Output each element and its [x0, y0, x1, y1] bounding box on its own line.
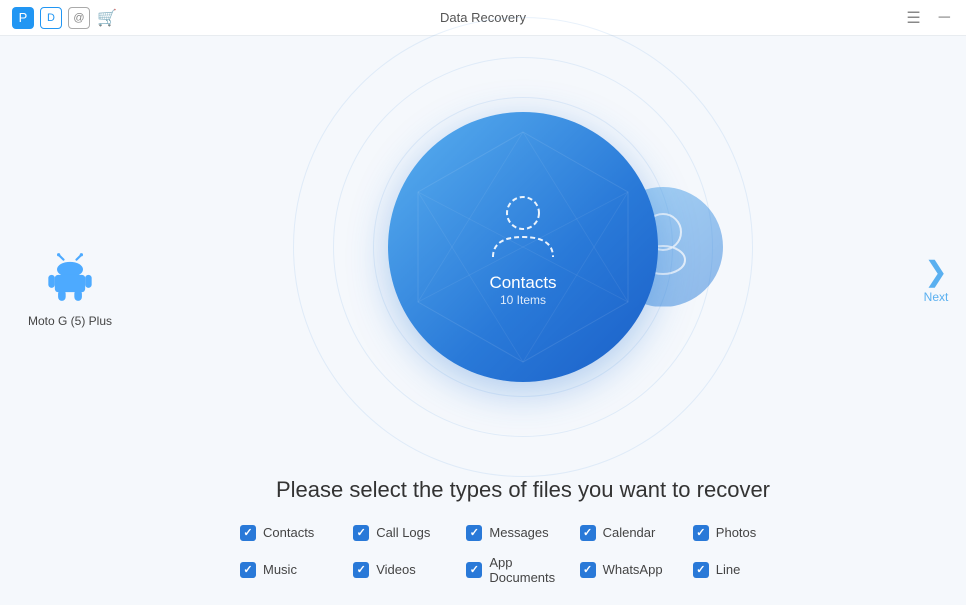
checkbox-line[interactable] [693, 562, 709, 578]
checkbox-whatsapp[interactable] [580, 562, 596, 578]
center-area: Contacts 10 Items Please select the type… [140, 36, 906, 605]
checkbox-app-documents[interactable] [466, 562, 482, 578]
menu-button[interactable]: ☰ [902, 6, 924, 30]
label-call-logs: Call Logs [376, 525, 430, 540]
doc-icon[interactable]: D [40, 7, 62, 29]
next-arrow-icon: ❯ [924, 258, 947, 286]
android-icon [44, 251, 96, 303]
checkbox-messages[interactable] [466, 525, 482, 541]
main-area: Moto G (5) Plus [0, 36, 966, 605]
label-whatsapp: WhatsApp [603, 562, 663, 577]
title-bar-left: P D @ 🛒 [12, 7, 118, 29]
next-label: Next [924, 290, 949, 304]
file-types-section: Please select the types of files you wan… [140, 477, 906, 585]
file-type-app-documents[interactable]: App Documents [466, 555, 579, 585]
file-type-messages[interactable]: Messages [466, 525, 579, 541]
checkbox-music[interactable] [240, 562, 256, 578]
circles-container: Contacts 10 Items [283, 37, 763, 457]
label-line: Line [716, 562, 741, 577]
main-circle-count: 10 Items [500, 293, 546, 307]
checkbox-videos[interactable] [353, 562, 369, 578]
device-panel: Moto G (5) Plus [0, 36, 140, 605]
checkbox-photos[interactable] [693, 525, 709, 541]
main-circle-label: Contacts [489, 273, 556, 293]
logo-p-icon[interactable]: P [12, 7, 34, 29]
label-messages: Messages [489, 525, 548, 540]
file-type-call-logs[interactable]: Call Logs [353, 525, 466, 541]
at-icon[interactable]: @ [68, 7, 90, 29]
file-type-line[interactable]: Line [693, 555, 806, 585]
file-type-music[interactable]: Music [240, 555, 353, 585]
file-type-calendar[interactable]: Calendar [580, 525, 693, 541]
checkbox-calendar[interactable] [580, 525, 596, 541]
minimize-button[interactable]: ─ [935, 7, 954, 29]
file-type-whatsapp[interactable]: WhatsApp [580, 555, 693, 585]
label-app-documents: App Documents [489, 555, 579, 585]
file-type-photos[interactable]: Photos [693, 525, 806, 541]
label-videos: Videos [376, 562, 416, 577]
file-types-title: Please select the types of files you wan… [240, 477, 806, 503]
cart-icon[interactable]: 🛒 [96, 7, 118, 29]
checkbox-contacts[interactable] [240, 525, 256, 541]
checkbox-call-logs[interactable] [353, 525, 369, 541]
file-type-contacts[interactable]: Contacts [240, 525, 353, 541]
next-panel[interactable]: ❯ Next [906, 36, 966, 605]
label-photos: Photos [716, 525, 756, 540]
main-circle: Contacts 10 Items [388, 112, 658, 382]
label-calendar: Calendar [603, 525, 656, 540]
device-name: Moto G (5) Plus [28, 313, 112, 330]
contacts-figure-icon [483, 187, 563, 267]
label-contacts: Contacts [263, 525, 314, 540]
file-type-videos[interactable]: Videos [353, 555, 466, 585]
file-types-grid: Contacts Call Logs Messages Calendar Photos M… [240, 525, 806, 585]
label-music: Music [263, 562, 297, 577]
title-bar-right: ☰ ─ [902, 6, 954, 30]
